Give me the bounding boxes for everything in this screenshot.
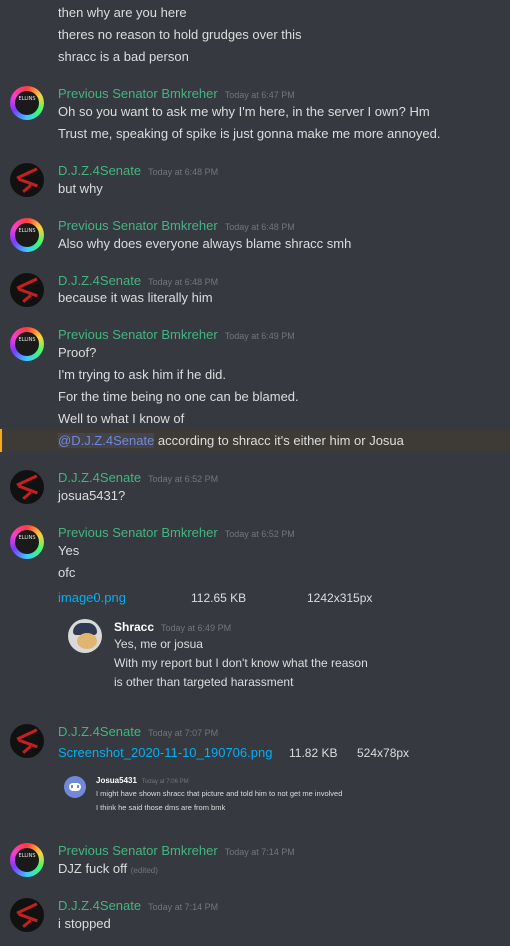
timestamp: Today at 7:14 PM xyxy=(224,847,295,857)
embed-timestamp: Today at 6:49 PM xyxy=(161,623,232,633)
discord-icon xyxy=(64,776,86,798)
avatar-text: ELLINS xyxy=(18,228,36,234)
timestamp: Today at 6:52 PM xyxy=(148,474,219,484)
embed-avatar xyxy=(68,619,102,653)
message-line: josua5431? xyxy=(58,488,126,503)
embed-username: Shracc xyxy=(114,620,155,634)
attachment-size: 11.82 KB xyxy=(289,746,338,760)
username[interactable]: Previous Senator Bmkreher xyxy=(58,525,218,540)
avatar[interactable] xyxy=(10,273,44,307)
avatar[interactable]: ELLINS xyxy=(10,525,44,559)
username[interactable]: Previous Senator Bmkreher xyxy=(58,843,218,858)
username[interactable]: D.J.Z.4Senate xyxy=(58,273,141,288)
message-line: Also why does everyone always blame shra… xyxy=(58,236,352,251)
message-line: theres no reason to hold grudges over th… xyxy=(58,27,302,42)
avatar[interactable]: ELLINS xyxy=(10,843,44,877)
message-line: Trust me, speaking of spike is just gonn… xyxy=(58,126,441,141)
timestamp: Today at 6:52 PM xyxy=(224,529,295,539)
message-line: i stopped xyxy=(58,916,111,931)
username[interactable]: Previous Senator Bmkreher xyxy=(58,86,218,101)
message-line: Oh so you want to ask me why I'm here, i… xyxy=(58,104,430,119)
timestamp: Today at 7:14 PM xyxy=(148,902,219,912)
message-line: I'm trying to ask him if he did. xyxy=(58,367,226,382)
message-line: because it was literally him xyxy=(58,290,213,305)
username[interactable]: D.J.Z.4Senate xyxy=(58,898,141,913)
edited-label: (edited) xyxy=(130,866,158,875)
avatar[interactable]: ELLINS xyxy=(10,86,44,120)
message-line: Yes xyxy=(58,543,80,558)
message-line: then why are you here xyxy=(58,5,187,20)
attachment-link[interactable]: image0.png xyxy=(58,590,126,605)
message-line: Proof? xyxy=(58,345,97,360)
attachment-link[interactable]: Screenshot_2020-11-10_190706.png xyxy=(58,745,272,760)
timestamp: Today at 6:48 PM xyxy=(148,277,219,287)
embed-line: With my report but I don't know what the… xyxy=(114,656,368,670)
avatar-text: ELLINS xyxy=(18,337,36,343)
embed-line: Yes, me or josua xyxy=(114,637,203,651)
avatar[interactable]: ELLINS xyxy=(10,327,44,361)
embed-line: is other than targeted harassment xyxy=(114,675,294,689)
timestamp: Today at 7:07 PM xyxy=(148,728,219,738)
message-line: shracc is a bad person xyxy=(58,49,189,64)
username[interactable]: Previous Senator Bmkreher xyxy=(58,327,218,342)
message-text: according to shracc it's either him or J… xyxy=(154,433,404,448)
avatar[interactable] xyxy=(10,898,44,932)
attachment-size: 112.65 KB xyxy=(191,591,247,605)
message-line: @D.J.Z.4Senate according to shracc it's … xyxy=(58,432,404,450)
username[interactable]: Previous Senator Bmkreher xyxy=(58,218,218,233)
attachment-dimensions: 1242x315px xyxy=(307,591,373,605)
avatar[interactable] xyxy=(10,470,44,504)
username[interactable]: D.J.Z.4Senate xyxy=(58,470,141,485)
user-mention[interactable]: @D.J.Z.4Senate xyxy=(58,433,155,448)
message-line: ofc xyxy=(58,565,76,580)
embed-line: I think he said those dms are from bmk xyxy=(96,803,226,812)
message-text: DJZ fuck off xyxy=(58,861,128,876)
avatar[interactable] xyxy=(10,724,44,758)
avatar-text: ELLINS xyxy=(18,853,36,859)
embed-line: I might have shown shracc that picture a… xyxy=(96,789,343,798)
attachment-dimensions: 524x78px xyxy=(357,746,410,760)
message-line: DJZ fuck off (edited) xyxy=(58,860,158,880)
embed-username: Josua5431 xyxy=(96,776,137,785)
avatar[interactable]: ELLINS xyxy=(10,218,44,252)
timestamp: Today at 6:48 PM xyxy=(224,222,295,232)
timestamp: Today at 6:48 PM xyxy=(148,167,219,177)
username[interactable]: D.J.Z.4Senate xyxy=(58,163,141,178)
message-line: For the time being no one can be blamed. xyxy=(58,389,299,404)
message-line: Well to what I know of xyxy=(58,411,185,426)
username[interactable]: D.J.Z.4Senate xyxy=(58,724,141,739)
timestamp: Today at 6:49 PM xyxy=(224,331,295,341)
timestamp: Today at 6:47 PM xyxy=(224,90,295,100)
avatar-text: ELLINS xyxy=(18,535,36,541)
avatar[interactable] xyxy=(10,163,44,197)
avatar-text: ELLINS xyxy=(18,96,36,102)
message-line: but why xyxy=(58,181,103,196)
embed-timestamp: Today at 7:06 PM xyxy=(141,779,189,785)
